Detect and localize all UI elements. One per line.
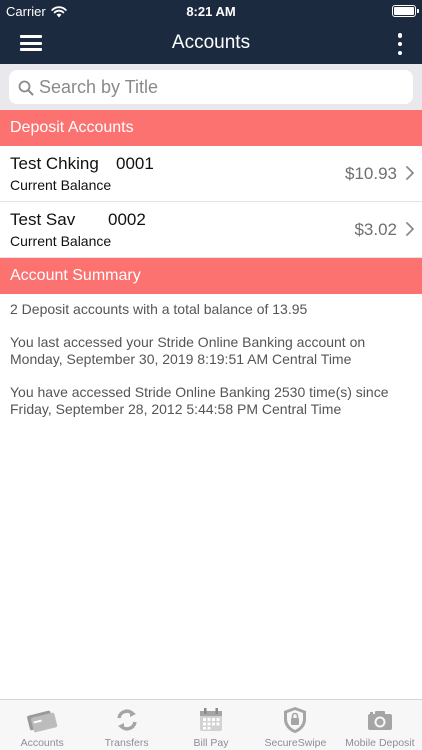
page-title: Accounts — [171, 32, 251, 53]
transfer-arrows-icon — [116, 709, 137, 731]
search-input[interactable] — [39, 73, 399, 101]
status-time: 8:21 AM — [186, 4, 236, 19]
account-row-checking[interactable]: Test Chking 0001 Current Balance $10.93 — [0, 146, 422, 202]
search-bar — [0, 64, 422, 110]
tab-transfers[interactable]: Transfers — [84, 700, 168, 750]
tab-mobile-deposit[interactable]: Mobile Deposit — [338, 700, 422, 750]
chevron-right-icon — [406, 166, 414, 180]
account-number: 0001 — [116, 154, 154, 173]
tab-bar: Accounts Transfers Bill Pay SecureSwipe … — [0, 699, 422, 750]
battery-icon — [392, 5, 419, 17]
deposit-accounts-header: Deposit Accounts — [0, 110, 422, 146]
calendar-icon — [200, 708, 223, 731]
search-icon — [18, 80, 34, 96]
chevron-right-icon — [406, 222, 414, 236]
account-balance: $10.93 — [345, 164, 397, 183]
summary-access-count: You have accessed Stride Online Banking … — [10, 384, 389, 417]
search-field[interactable] — [9, 70, 413, 104]
account-number: 0002 — [108, 210, 146, 229]
lock-shield-icon — [284, 707, 307, 733]
tab-label: Mobile Deposit — [345, 737, 415, 749]
tab-label: Accounts — [20, 737, 64, 749]
account-name: Test Sav — [10, 210, 76, 229]
tab-bill-pay[interactable]: Bill Pay — [169, 700, 253, 750]
nav-bar: Accounts — [0, 22, 422, 64]
summary-last-access: You last accessed your Stride Online Ban… — [10, 334, 366, 367]
battery-level — [394, 7, 414, 15]
tab-accounts[interactable]: Accounts — [0, 700, 84, 750]
account-name: Test Chking — [10, 154, 99, 173]
tab-secureswipe[interactable]: SecureSwipe — [253, 700, 337, 750]
tab-label: SecureSwipe — [264, 737, 327, 749]
account-balance-label: Current Balance — [10, 177, 112, 193]
camera-icon — [367, 711, 392, 730]
account-balance: $3.02 — [354, 220, 397, 239]
summary-total-balance: 2 Deposit accounts with a total balance … — [10, 301, 308, 317]
account-row-savings[interactable]: Test Sav 0002 Current Balance $3.02 — [0, 202, 422, 258]
card-icon — [27, 710, 58, 733]
tab-label: Bill Pay — [193, 737, 229, 749]
account-summary-header: Account Summary — [0, 258, 422, 294]
more-options-icon[interactable] — [392, 33, 408, 55]
status-bar: Carrier 8:21 AM — [0, 0, 422, 22]
tab-label: Transfers — [104, 737, 149, 749]
account-balance-label: Current Balance — [10, 233, 112, 249]
